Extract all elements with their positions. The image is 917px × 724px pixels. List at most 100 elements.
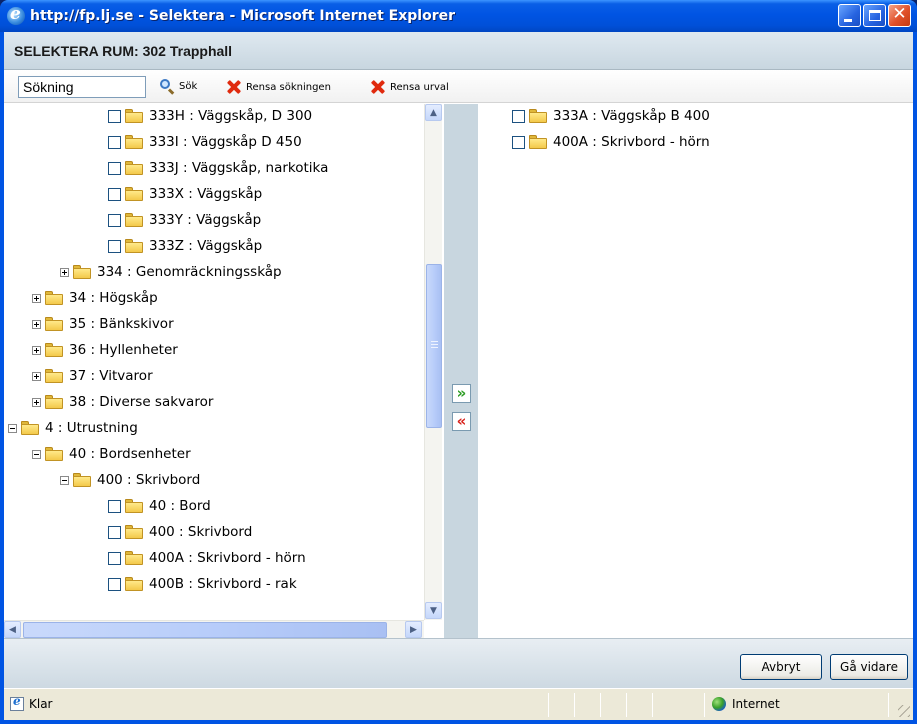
tree-item[interactable]: 4 : Utrustning — [8, 418, 138, 438]
tree-horizontal-scrollbar[interactable]: ◀ ▶ — [4, 620, 424, 638]
scroll-up-button[interactable]: ▲ — [425, 104, 442, 121]
collapse-icon[interactable] — [8, 423, 17, 433]
tree-item-label: 333J : Väggskåp, narkotika — [149, 160, 329, 176]
tree-item-label: 38 : Diverse sakvaror — [69, 394, 214, 410]
folder-icon — [125, 551, 143, 565]
selected-item[interactable]: 333A : Väggskåp B 400 — [512, 106, 710, 126]
status-divider — [652, 693, 653, 717]
status-section: Klar — [10, 694, 53, 711]
item-checkbox[interactable] — [108, 161, 121, 175]
item-checkbox[interactable] — [108, 525, 121, 539]
page-content: SELEKTERA RUM: 302 Trapphall Sök Rensa s… — [4, 32, 913, 688]
expand-icon[interactable] — [32, 371, 41, 381]
status-divider — [704, 693, 705, 717]
window-border-right — [913, 32, 917, 724]
tree-item[interactable]: 333H : Väggskåp, D 300 — [108, 106, 312, 126]
folder-icon — [45, 395, 63, 409]
tree-item[interactable]: 334 : Genomräckningsskåp — [60, 262, 282, 282]
expand-icon[interactable] — [60, 267, 69, 277]
status-divider — [626, 693, 627, 717]
tree-item[interactable]: 333X : Väggskåp — [108, 184, 262, 204]
collapse-icon[interactable] — [60, 475, 69, 485]
search-input[interactable] — [18, 76, 146, 98]
item-checkbox[interactable] — [108, 135, 121, 149]
item-checkbox[interactable] — [512, 109, 525, 123]
selected-item-label: 400A : Skrivbord - hörn — [553, 134, 710, 150]
scroll-thumb[interactable] — [426, 264, 442, 428]
tree-vertical-scrollbar[interactable]: ▲ ▼ — [424, 104, 442, 620]
tree-item[interactable]: 34 : Högskåp — [32, 288, 158, 308]
expand-icon[interactable] — [32, 319, 41, 329]
tree-item[interactable]: 36 : Hyllenheter — [32, 340, 178, 360]
browser-window: http://fp.lj.se - Selektera - Microsoft … — [0, 0, 917, 724]
transfer-strip: » « — [444, 104, 478, 638]
tree-item[interactable]: 400B : Skrivbord - rak — [108, 574, 297, 594]
selected-item-label: 333A : Väggskåp B 400 — [553, 108, 710, 124]
item-checkbox[interactable] — [108, 213, 121, 227]
folder-icon — [125, 239, 143, 253]
tree-item[interactable]: 400 : Skrivbord — [108, 522, 252, 542]
remove-from-selection-button[interactable]: « — [452, 412, 471, 431]
selected-item[interactable]: 400A : Skrivbord - hörn — [512, 132, 710, 152]
close-button[interactable]: ✕ — [888, 4, 911, 27]
tree-item-label: 400B : Skrivbord - rak — [149, 576, 297, 592]
folder-icon — [45, 317, 63, 331]
tree-item-label: 333I : Väggskåp D 450 — [149, 134, 302, 150]
tree-item[interactable]: 35 : Bänkskivor — [32, 314, 174, 334]
selected-items-panel: 333A : Väggskåp B 400 400A : Skrivbord - … — [478, 104, 913, 638]
chevron-down-icon: ▼ — [430, 605, 437, 616]
status-divider — [600, 693, 601, 717]
clear-selection-button[interactable]: Rensa urval — [370, 79, 449, 95]
scroll-down-button[interactable]: ▼ — [425, 602, 442, 619]
item-checkbox[interactable] — [108, 109, 121, 123]
tree-item[interactable]: 333Z : Väggskåp — [108, 236, 262, 256]
item-checkbox[interactable] — [108, 239, 121, 253]
globe-icon — [712, 697, 726, 711]
folder-icon — [21, 421, 39, 435]
item-checkbox[interactable] — [108, 551, 121, 565]
clear-selection-label: Rensa urval — [390, 81, 449, 93]
expand-icon[interactable] — [32, 397, 41, 407]
tree-item-label: 4 : Utrustning — [45, 420, 138, 436]
tree-item[interactable]: 333Y : Väggskåp — [108, 210, 261, 230]
minimize-icon — [844, 19, 852, 22]
item-checkbox[interactable] — [108, 577, 121, 591]
clear-search-button[interactable]: Rensa sökningen — [226, 79, 331, 95]
scroll-left-button[interactable]: ◀ — [4, 621, 21, 638]
maximize-button[interactable] — [863, 4, 886, 27]
horizontal-scroll-thumb[interactable] — [23, 622, 387, 638]
add-to-selection-button[interactable]: » — [452, 384, 471, 403]
page-title: SELEKTERA RUM: 302 Trapphall — [4, 32, 913, 70]
tree-item[interactable]: 37 : Vitvaror — [32, 366, 153, 386]
tree-item[interactable]: 400 : Skrivbord — [60, 470, 200, 490]
clear-search-label: Rensa sökningen — [246, 81, 331, 93]
search-button[interactable]: Sök — [160, 79, 198, 95]
resize-grip-icon[interactable] — [898, 705, 910, 717]
tree-item-label: 37 : Vitvaror — [69, 368, 153, 384]
item-checkbox[interactable] — [108, 499, 121, 513]
tree-item[interactable]: 333J : Väggskåp, narkotika — [108, 158, 328, 178]
cancel-button[interactable]: Avbryt — [740, 654, 822, 680]
scroll-right-button[interactable]: ▶ — [405, 621, 422, 638]
search-button-label: Sök — [179, 81, 198, 92]
item-checkbox[interactable] — [512, 135, 525, 149]
next-button[interactable]: Gå vidare — [830, 654, 908, 680]
double-chevron-left-icon: « — [456, 412, 467, 430]
tree-item[interactable]: 400A : Skrivbord - hörn — [108, 548, 306, 568]
collapse-icon[interactable] — [32, 449, 41, 459]
tree-item[interactable]: 40 : Bord — [108, 496, 211, 516]
tree-item[interactable]: 38 : Diverse sakvaror — [32, 392, 213, 412]
minimize-button[interactable] — [838, 4, 861, 27]
tree-item-label: 40 : Bord — [149, 498, 211, 514]
expand-icon[interactable] — [32, 345, 41, 355]
title-bar[interactable]: http://fp.lj.se - Selektera - Microsoft … — [0, 0, 917, 32]
security-zone[interactable]: Internet — [712, 697, 780, 711]
tree-item[interactable]: 333I : Väggskåp D 450 — [108, 132, 302, 152]
tree-item[interactable]: 40 : Bordsenheter — [32, 444, 191, 464]
item-checkbox[interactable] — [108, 187, 121, 201]
tree-item-label: 40 : Bordsenheter — [69, 446, 191, 462]
chevron-up-icon: ▲ — [430, 107, 437, 118]
tree-item-label: 35 : Bänkskivor — [69, 316, 174, 332]
red-x-icon — [226, 79, 242, 95]
expand-icon[interactable] — [32, 293, 41, 303]
